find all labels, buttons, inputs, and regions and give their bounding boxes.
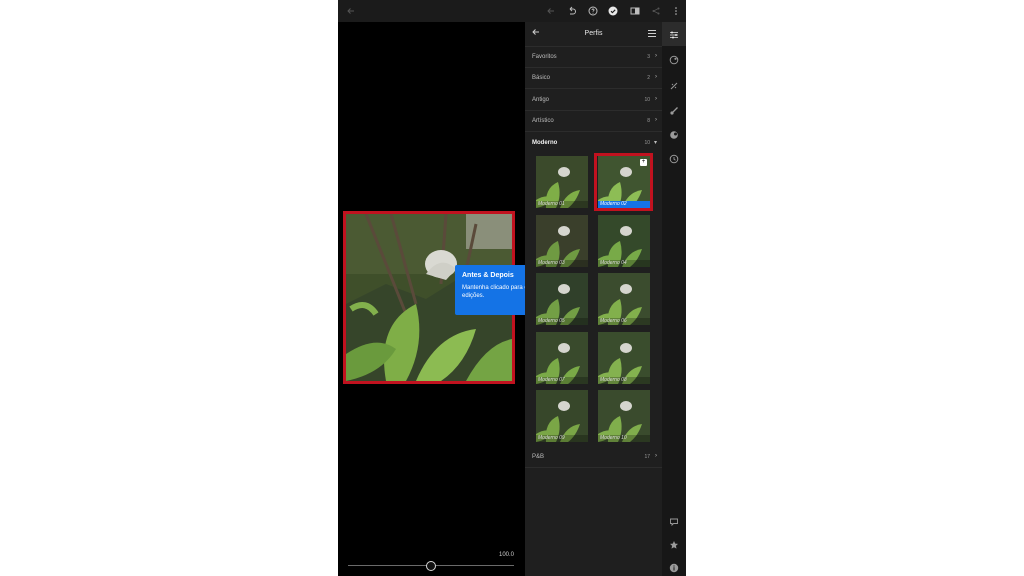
top-bar <box>338 0 686 22</box>
profiles-panel: Perfis Favoritos 3 › Básico 2 › Antigo 10 › Artís… <box>525 22 662 576</box>
slider-value: 100.0 <box>498 552 514 558</box>
comment-icon[interactable] <box>668 517 680 529</box>
compare-icon[interactable] <box>628 4 642 18</box>
thumbnail-label: Moderno 06 <box>598 318 650 325</box>
category-label: P&B <box>532 454 545 460</box>
check-icon[interactable] <box>606 4 620 18</box>
info-icon[interactable] <box>668 563 680 575</box>
category-count: 3 <box>647 54 650 60</box>
chevron-right-icon: › <box>655 453 657 459</box>
thumbnail-label: Moderno 09 <box>536 435 588 442</box>
lightroom-app: Antes & Depois Mantenha clicado para com… <box>338 0 686 576</box>
thumbnail-label: Moderno 10 <box>598 435 650 442</box>
thumbnail-label: Moderno 05 <box>536 318 588 325</box>
category-count: 8 <box>647 118 650 124</box>
profile-thumbnail[interactable]: Moderno 04 <box>598 215 650 267</box>
chevron-right-icon: › <box>655 96 657 102</box>
redo-icon[interactable] <box>565 4 579 18</box>
category-row-antigo[interactable]: Antigo 10 › <box>525 90 662 111</box>
chevron-right-icon: › <box>655 74 657 80</box>
category-count: 10 <box>644 97 650 103</box>
undo-icon[interactable] <box>544 4 558 18</box>
profile-thumbnail[interactable]: Moderno 08 <box>598 332 650 384</box>
category-label: Básico <box>532 75 551 81</box>
star-icon[interactable] <box>668 540 680 552</box>
profile-thumbnail[interactable]: Moderno 07 <box>536 332 588 384</box>
category-label: Artístico <box>532 118 554 124</box>
chevron-right-icon: › <box>655 53 657 59</box>
back-arrow-icon[interactable] <box>344 4 358 18</box>
right-toolbar <box>662 22 686 576</box>
thumbnail-label: Moderno 03 <box>536 260 588 267</box>
menu-icon[interactable] <box>648 30 656 37</box>
profile-thumbnail[interactable]: Moderno 03 <box>536 215 588 267</box>
help-icon[interactable] <box>586 4 600 18</box>
category-label: Antigo <box>532 97 550 103</box>
brush-icon[interactable] <box>668 106 680 118</box>
sliders-icon[interactable] <box>662 22 686 46</box>
category-label: Moderno <box>532 140 558 146</box>
category-count: 2 <box>647 75 650 81</box>
thumbnail-label: Moderno 08 <box>598 377 650 384</box>
profile-thumbnail[interactable]: Moderno 05 <box>536 273 588 325</box>
profile-thumbnail[interactable]: Moderno 09 <box>536 390 588 442</box>
category-row-moderno[interactable]: Moderno 10 ▾ <box>525 133 662 154</box>
category-row-favoritos[interactable]: Favoritos 3 › <box>525 47 662 68</box>
history-icon[interactable] <box>668 154 680 166</box>
thumbnail-label: Moderno 07 <box>536 377 588 384</box>
category-row-p-b[interactable]: P&B 17 › <box>525 447 662 468</box>
slider-knob[interactable] <box>426 561 436 571</box>
profile-thumbnail[interactable]: Moderno 01 <box>536 156 588 208</box>
category-count: 17 <box>644 454 650 460</box>
chevron-right-icon: › <box>655 117 657 123</box>
category-label: Favoritos <box>532 54 557 60</box>
panel-title: Perfis <box>584 30 603 37</box>
heal-icon[interactable] <box>668 81 680 93</box>
profile-thumbnail[interactable]: Moderno 10 <box>598 390 650 442</box>
more-icon[interactable] <box>669 4 683 18</box>
presets-icon[interactable] <box>668 55 680 67</box>
selected-profile-highlight <box>594 153 653 211</box>
thumbnail-label: Moderno 01 <box>536 201 588 208</box>
thumbnail-label: Moderno 04 <box>598 260 650 267</box>
masking-icon[interactable] <box>668 130 680 142</box>
share-icon[interactable] <box>649 4 663 18</box>
panel-header: Perfis <box>525 22 662 47</box>
chevron-down-icon: ▾ <box>653 140 657 146</box>
profile-thumbnail[interactable]: Moderno 06 <box>598 273 650 325</box>
category-row-b-sico[interactable]: Básico 2 › <box>525 68 662 89</box>
category-count: 10 <box>644 140 650 146</box>
category-row-art-stico[interactable]: Artístico 8 › <box>525 111 662 132</box>
